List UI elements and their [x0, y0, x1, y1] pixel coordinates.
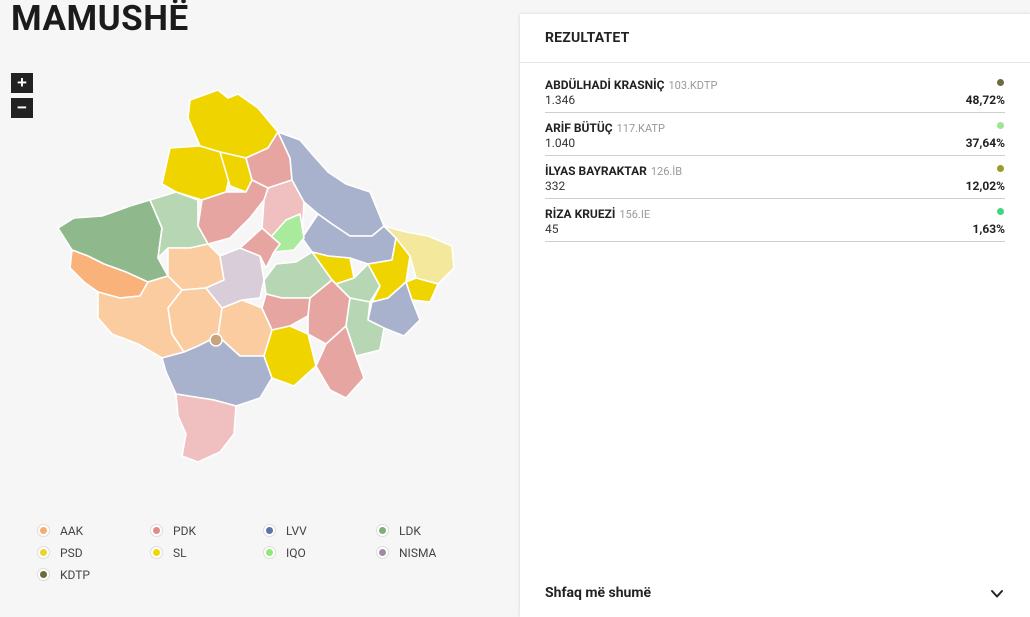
- legend-swatch: [151, 525, 162, 536]
- map-region[interactable]: [263, 325, 317, 387]
- map-region[interactable]: [175, 393, 237, 463]
- legend-item-pdk[interactable]: PDK: [151, 523, 264, 538]
- legend-item-nisma[interactable]: NISMA: [377, 545, 490, 560]
- candidate-code: 103.KDTP: [668, 79, 718, 92]
- candidate-votes: 1.346: [545, 93, 576, 107]
- legend-label: PSD: [60, 545, 83, 560]
- candidate-name: İLYAS BAYRAKTAR: [545, 164, 647, 178]
- candidate-code: 117.KATP: [616, 122, 665, 135]
- candidate-code: 156.IE: [619, 208, 651, 221]
- party-color-dot: [997, 165, 1004, 172]
- legend-label: LDK: [399, 523, 421, 538]
- legend-label: AAK: [60, 523, 84, 538]
- legend-item-ldk[interactable]: LDK: [377, 523, 490, 538]
- candidate-votes: 1.040: [545, 136, 576, 150]
- legend-swatch: [38, 525, 49, 536]
- result-row: RİZA KRUEZİ 156.IE 45 1,63%: [545, 205, 1005, 242]
- legend-swatch: [264, 547, 275, 558]
- legend-label: IQO: [286, 545, 306, 560]
- legend-swatch: [377, 525, 388, 536]
- party-color-dot: [997, 122, 1004, 129]
- chevron-down-icon[interactable]: [990, 587, 1004, 601]
- legend-swatch: [38, 547, 49, 558]
- zoom-in-button[interactable]: +: [11, 73, 33, 93]
- result-row: ABDÜLHADİ KRASNİÇ 103.KDTP 1.346 48,72%: [545, 76, 1005, 113]
- legend-swatch: [264, 525, 275, 536]
- results-title: REZULTATET: [545, 30, 630, 46]
- candidate-votes: 332: [545, 179, 566, 193]
- party-color-dot: [997, 79, 1004, 86]
- party-legend: AAK PDK LVV LDK PSD SL IQO NISMA KDTP: [38, 523, 498, 582]
- candidate-percent: 12,02%: [965, 179, 1005, 193]
- legend-item-sl[interactable]: SL: [151, 545, 264, 560]
- municipality-map[interactable]: [50, 88, 460, 468]
- divider: [520, 62, 1030, 63]
- legend-swatch: [377, 547, 388, 558]
- show-more-button[interactable]: Shfaq më shumë: [545, 585, 651, 601]
- candidate-name-wrap: İLYAS BAYRAKTAR 126.İB: [545, 164, 682, 178]
- page-title: MAMUSHË: [11, 0, 189, 39]
- candidate-percent: 1,63%: [972, 222, 1005, 236]
- result-row: ARİF BÜTÜÇ 117.KATP 1.040 37,64%: [545, 119, 1005, 156]
- legend-item-aak[interactable]: AAK: [38, 523, 151, 538]
- legend-item-iqo[interactable]: IQO: [264, 545, 377, 560]
- candidate-code: 126.İB: [650, 165, 683, 178]
- candidate-name: ARİF BÜTÜÇ: [545, 121, 613, 135]
- mamushe-marker[interactable]: [209, 333, 223, 347]
- result-row: İLYAS BAYRAKTAR 126.İB 332 12,02%: [545, 162, 1005, 199]
- candidate-name: RİZA KRUEZİ: [545, 207, 616, 221]
- legend-label: LVV: [286, 523, 307, 538]
- map-region[interactable]: [261, 293, 311, 331]
- kosovo-map-svg[interactable]: [50, 88, 460, 468]
- legend-label: NISMA: [399, 545, 437, 560]
- candidate-percent: 48,72%: [965, 93, 1005, 107]
- candidate-name-wrap: ARİF BÜTÜÇ 117.KATP: [545, 121, 665, 135]
- legend-item-lvv[interactable]: LVV: [264, 523, 377, 538]
- legend-item-psd[interactable]: PSD: [38, 545, 151, 560]
- zoom-out-button[interactable]: −: [11, 98, 33, 118]
- candidate-name-wrap: ABDÜLHADİ KRASNİÇ 103.KDTP: [545, 78, 717, 92]
- candidate-name-wrap: RİZA KRUEZİ 156.IE: [545, 207, 650, 221]
- legend-swatch: [151, 547, 162, 558]
- candidate-name: ABDÜLHADİ KRASNİÇ: [545, 78, 665, 92]
- legend-swatch: [38, 569, 49, 580]
- legend-label: SL: [173, 545, 187, 560]
- legend-item-kdtp[interactable]: KDTP: [38, 567, 151, 582]
- candidate-votes: 45: [545, 222, 559, 236]
- candidate-percent: 37,64%: [965, 136, 1005, 150]
- results-panel: REZULTATET ABDÜLHADİ KRASNİÇ 103.KDTP 1.3…: [520, 14, 1030, 617]
- party-color-dot: [997, 208, 1004, 215]
- legend-label: KDTP: [60, 567, 90, 582]
- legend-label: PDK: [173, 523, 196, 538]
